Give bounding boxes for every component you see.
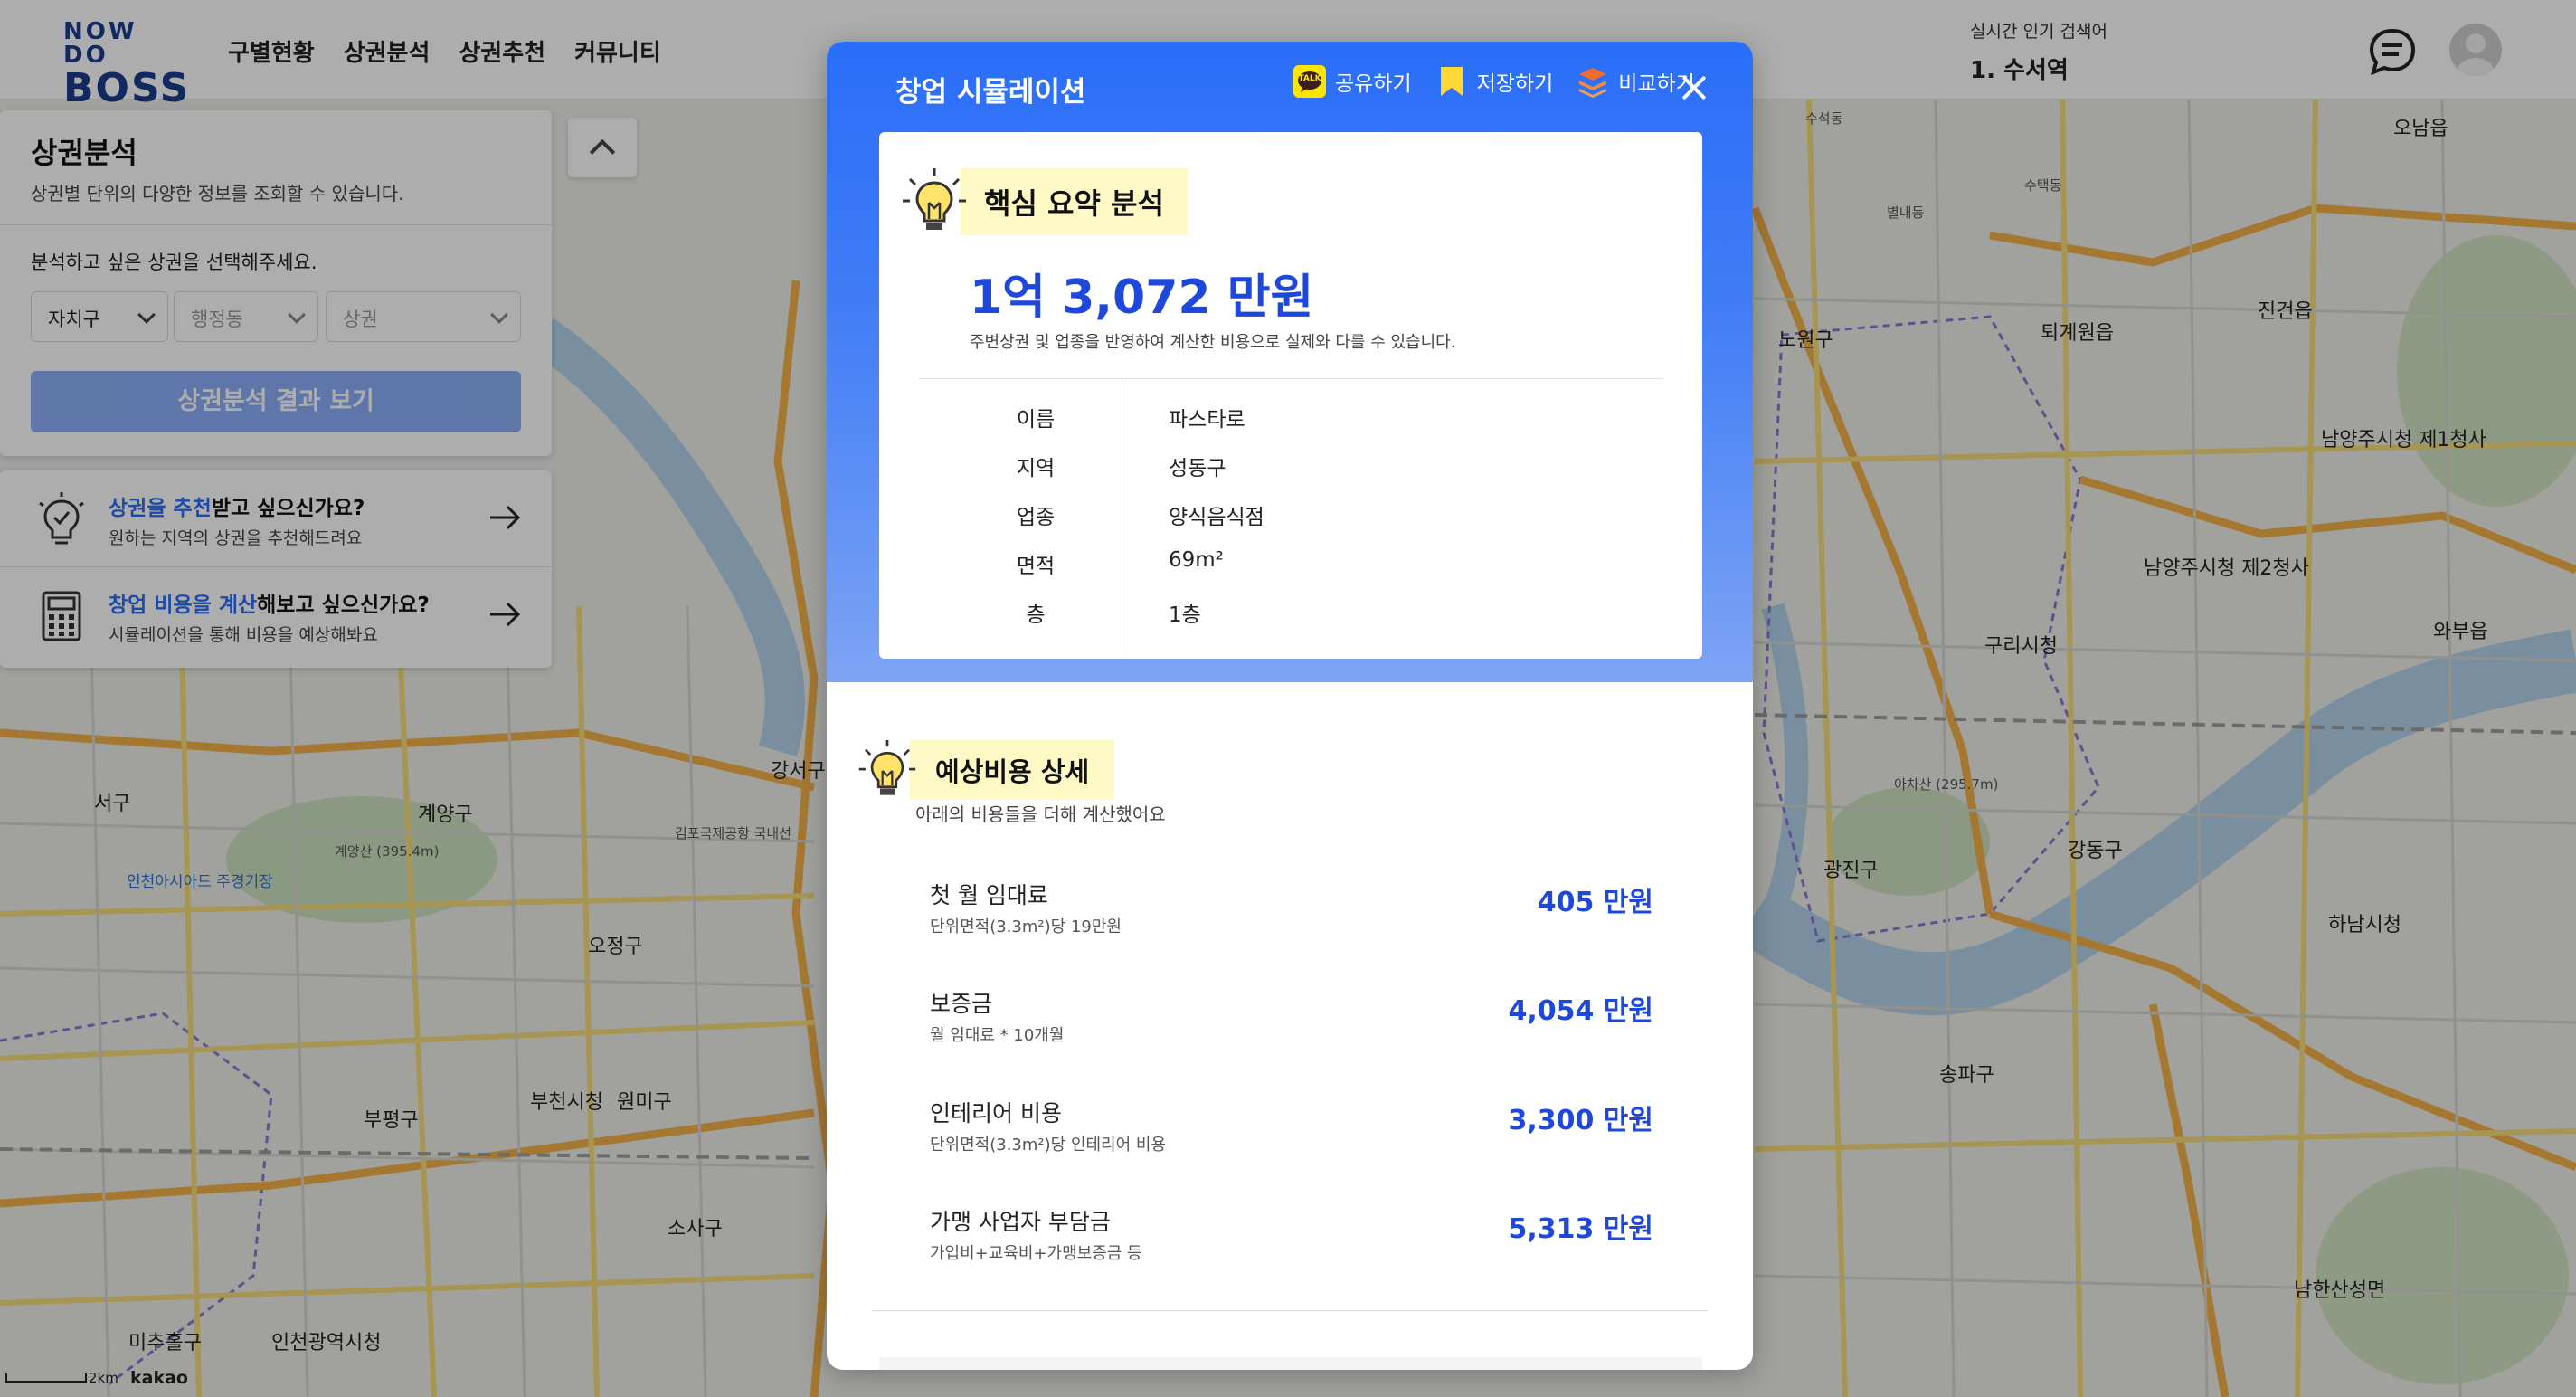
- divider: [919, 378, 1662, 379]
- info-key-region: 지역: [1016, 457, 1056, 480]
- info-value-region: 성동구: [1169, 457, 1226, 480]
- cost-item-value: 3,300 만원: [1508, 1105, 1653, 1136]
- total-cost-note: 주변상권 및 업종을 반영하여 계산한 비용으로 실제와 다를 수 있습니다.: [970, 333, 1456, 352]
- total-cost-amount: 1억 3,072 만원: [970, 271, 1314, 325]
- save-label: 저장하기: [1476, 72, 1554, 96]
- modal-title: 창업 시뮬레이션: [895, 76, 1086, 109]
- info-key-area: 면적: [1016, 555, 1056, 578]
- cost-item-value: 5,313 만원: [1508, 1213, 1653, 1245]
- kakaotalk-icon: TALK: [1293, 65, 1326, 98]
- cost-item-value: 405 만원: [1537, 887, 1653, 918]
- info-value-floor: 1층: [1169, 603, 1201, 627]
- cost-item-value: 4,054 만원: [1508, 995, 1653, 1027]
- next-section-stub: [879, 1357, 1702, 1370]
- info-key-floor: 층: [1026, 603, 1046, 627]
- summary-heading: 핵심 요약 분석: [901, 166, 1188, 237]
- summary-heading-text: 핵심 요약 분석: [961, 168, 1188, 235]
- bookmark-icon: [1435, 65, 1468, 98]
- close-icon[interactable]: [1681, 74, 1708, 101]
- info-value-area: 69m²: [1169, 548, 1224, 572]
- cost-detail-heading-text: 예상비용 상세: [910, 740, 1115, 800]
- info-value-name: 파스타로: [1169, 408, 1245, 432]
- info-value-business: 양식음식점: [1169, 506, 1264, 529]
- share-label: 공유하기: [1335, 72, 1412, 96]
- stack-icon: [1577, 65, 1609, 98]
- cost-item-label: 인테리어 비용: [930, 1100, 1062, 1126]
- cost-item-label: 첫 월 임대료: [930, 882, 1048, 908]
- divider: [872, 1310, 1708, 1311]
- compare-button[interactable]: 비교하기: [1577, 65, 1695, 98]
- summary-card: 핵심 요약 분석 1억 3,072 만원 주변상권 및 업종을 반영하여 계산한…: [879, 132, 1702, 659]
- startup-simulation-modal: 창업 시뮬레이션 TALK 공유하기 저장하기 비교하기 핵심 요약 분석 1억…: [827, 42, 1753, 1370]
- lightbulb-icon: [858, 740, 916, 795]
- kakaotalk-badge-text: TALK: [1298, 74, 1321, 83]
- cost-item-label: 가맹 사업자 부담금: [930, 1209, 1111, 1235]
- cost-item-franchise: 가맹 사업자 부담금 가입비+교육비+가맹보증금 등 5,313 만원: [930, 1204, 1653, 1286]
- lightbulb-icon: [903, 168, 966, 230]
- save-button[interactable]: 저장하기: [1435, 65, 1554, 98]
- cost-item-desc: 단위면적(3.3m²)당 19만원: [930, 917, 1122, 936]
- cost-item-rent: 첫 월 임대료 단위면적(3.3m²)당 19만원 405 만원: [930, 878, 1653, 959]
- cost-item-desc: 단위면적(3.3m²)당 인테리어 비용: [930, 1136, 1167, 1155]
- info-key-name: 이름: [1016, 408, 1056, 432]
- cost-item-desc: 월 임대료 * 10개월: [930, 1026, 1065, 1045]
- cost-detail-subtitle: 아래의 비용들을 더해 계산했어요: [915, 803, 1166, 825]
- cost-item-interior: 인테리어 비용 단위면적(3.3m²)당 인테리어 비용 3,300 만원: [930, 1096, 1653, 1177]
- info-key-business: 업종: [1016, 506, 1056, 529]
- modal-actions: TALK 공유하기 저장하기 비교하기: [1293, 65, 1719, 98]
- cost-detail-heading: 예상비용 상세: [857, 738, 1115, 802]
- cost-item-deposit: 보증금 월 임대료 * 10개월 4,054 만원: [930, 986, 1653, 1068]
- cost-item-desc: 가입비+교육비+가맹보증금 등: [930, 1244, 1142, 1263]
- cost-item-label: 보증금: [930, 991, 993, 1017]
- share-button[interactable]: TALK 공유하기: [1293, 65, 1412, 98]
